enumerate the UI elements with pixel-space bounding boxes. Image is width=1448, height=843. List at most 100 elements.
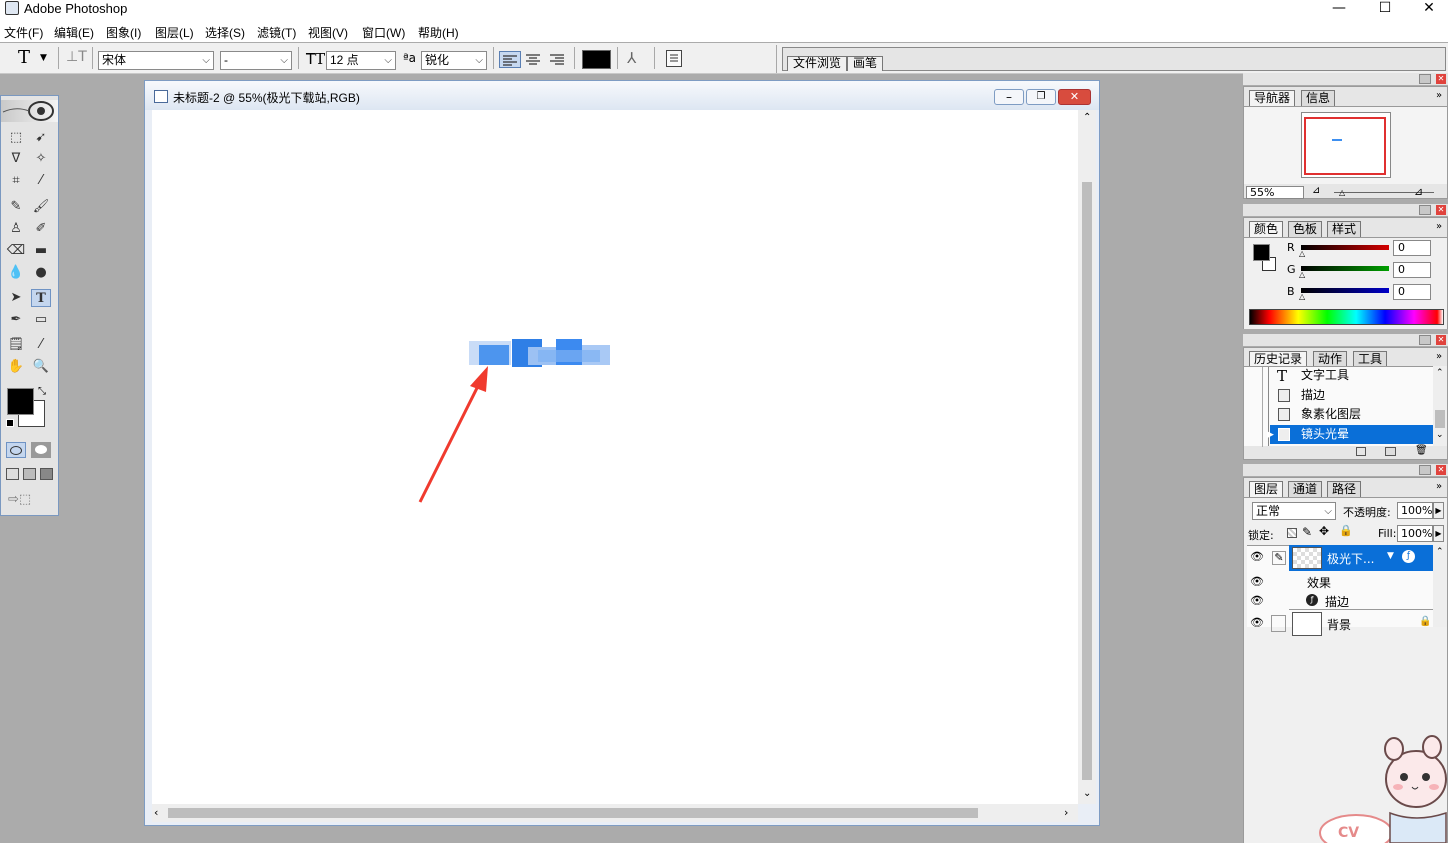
tab-swatches[interactable]: 色板 [1288, 221, 1323, 237]
dodge-tool-icon[interactable]: ● [31, 264, 51, 282]
align-left-button[interactable] [499, 51, 521, 68]
panel-menu-icon[interactable]: » [1436, 351, 1442, 362]
background-layer-name[interactable]: 背景 [1327, 616, 1351, 633]
align-center-button[interactable] [523, 51, 545, 68]
tab-file-browser[interactable]: 文件浏览 [787, 56, 848, 71]
eyedropper-tool-icon[interactable]: ⁄ [31, 336, 51, 354]
history-brush-tool-icon[interactable]: ✐ [31, 220, 51, 238]
marquee-tool-icon[interactable]: ⬚ [6, 129, 26, 147]
trash-icon[interactable]: 🗑 [1415, 445, 1428, 456]
pen-tool-icon[interactable]: ✒ [6, 311, 26, 329]
document-minimize-button[interactable]: – [994, 89, 1024, 105]
lock-image-icon[interactable]: ✎ [1302, 525, 1312, 539]
panel-close-icon[interactable]: ✕ [1436, 465, 1446, 475]
font-size-select[interactable]: 12 点 ⌵ [326, 51, 396, 70]
navigator-view-box[interactable] [1304, 117, 1386, 175]
tab-styles[interactable]: 样式 [1327, 221, 1362, 237]
menu-layer[interactable]: 图层(L) [155, 24, 194, 41]
tab-info[interactable]: 信息 [1301, 90, 1336, 106]
notes-tool-icon[interactable]: 🗒 [6, 336, 26, 354]
clone-stamp-tool-icon[interactable]: ♙ [6, 220, 26, 238]
opacity-slider-toggle[interactable]: ▶ [1433, 502, 1444, 519]
effects-expand-icon[interactable]: ▼ [1387, 551, 1394, 561]
menu-window[interactable]: 窗口(W) [362, 24, 405, 41]
history-item[interactable]: 描边 [1301, 385, 1448, 405]
panel-menu-icon[interactable]: » [1436, 90, 1442, 101]
vertical-scrollbar[interactable]: ⌃ ⌄ [1078, 110, 1096, 804]
align-right-button[interactable] [547, 51, 569, 68]
panel-minimize-icon[interactable] [1419, 74, 1431, 84]
scroll-right-icon[interactable]: › [1064, 806, 1068, 819]
standard-mode-button[interactable] [6, 442, 26, 458]
blend-mode-select[interactable]: 正常 ⌵ [1252, 502, 1336, 520]
history-item[interactable]: 文字工具 [1301, 365, 1448, 385]
crop-tool-icon[interactable]: ⌗ [6, 172, 26, 190]
tab-paths[interactable]: 路径 [1327, 481, 1362, 497]
eraser-tool-icon[interactable]: ⌫ [6, 242, 26, 260]
layer-visibility-eye-icon[interactable]: 👁 [1250, 547, 1264, 567]
zoom-field[interactable]: 55% [1246, 186, 1304, 199]
opacity-field[interactable]: 100% [1397, 502, 1433, 519]
text-color-swatch[interactable] [582, 50, 611, 69]
menu-help[interactable]: 帮助(H) [418, 24, 459, 41]
font-style-select[interactable]: - ⌵ [220, 51, 292, 70]
tab-history[interactable]: 历史记录 [1249, 351, 1308, 367]
zoom-tool-icon[interactable]: 🔍 [31, 358, 51, 376]
screen-mode-menubar-icon[interactable] [23, 468, 36, 480]
scroll-down-icon[interactable]: ⌄ [1436, 430, 1444, 440]
panel-menu-icon[interactable]: » [1436, 221, 1442, 232]
swap-colors-icon[interactable]: ⤡ [38, 386, 46, 397]
brush-tool-icon[interactable]: 🖌 [31, 198, 51, 216]
font-family-select[interactable]: 宋体 ⌵ [98, 51, 214, 70]
channel-r-handle[interactable]: △ [1299, 249, 1305, 258]
layers-scrollbar[interactable]: ⌃ [1433, 545, 1447, 627]
channel-b-slider[interactable] [1301, 288, 1389, 293]
document-restore-button[interactable]: ❐ [1026, 89, 1056, 105]
scroll-up-icon[interactable]: ⌃ [1083, 112, 1091, 123]
tab-navigator[interactable]: 导航器 [1249, 90, 1296, 106]
shape-tool-icon[interactable]: ▭ [31, 311, 51, 329]
close-button[interactable]: ✕ [1406, 0, 1448, 20]
healing-brush-tool-icon[interactable]: ✎ [6, 198, 26, 216]
horizontal-scrollbar[interactable]: ‹ › [152, 804, 1078, 822]
tab-channels[interactable]: 通道 [1288, 481, 1323, 497]
channel-b-handle[interactable]: △ [1299, 292, 1305, 301]
menu-view[interactable]: 视图(V) [308, 24, 348, 41]
lock-all-icon[interactable]: 🔒 [1339, 524, 1353, 537]
tab-layers[interactable]: 图层 [1249, 481, 1284, 497]
new-document-from-state-icon[interactable] [1356, 447, 1366, 456]
panel-close-icon[interactable]: ✕ [1436, 74, 1446, 84]
zoom-out-icon[interactable]: ⊿ [1312, 185, 1320, 196]
image-canvas[interactable] [152, 110, 1078, 804]
move-tool-icon[interactable]: ➹ [31, 129, 51, 147]
fill-field[interactable]: 100% [1397, 525, 1433, 542]
navigator-thumbnail[interactable] [1301, 112, 1391, 178]
zoom-in-icon[interactable]: ⊿ [1414, 185, 1423, 198]
panel-minimize-icon[interactable] [1419, 205, 1431, 215]
slice-tool-icon[interactable]: ⁄ [31, 172, 51, 190]
document-close-button[interactable]: ✕ [1058, 89, 1091, 105]
panel-close-icon[interactable]: ✕ [1436, 205, 1446, 215]
lock-transparency-icon[interactable] [1287, 528, 1297, 538]
tab-color[interactable]: 颜色 [1249, 221, 1284, 237]
foreground-color-swatch[interactable] [7, 388, 34, 415]
blur-tool-icon[interactable]: 💧 [6, 264, 26, 282]
channel-r-slider[interactable] [1301, 245, 1389, 250]
history-item[interactable]: 象素化图层 [1301, 404, 1448, 424]
menu-file[interactable]: 文件(F) [4, 24, 43, 41]
background-link-box[interactable] [1271, 615, 1286, 632]
panel-close-icon[interactable]: ✕ [1436, 335, 1446, 345]
maximize-button[interactable]: ☐ [1362, 0, 1408, 20]
text-orientation-icon[interactable]: ⊥T [66, 49, 87, 65]
effects-visibility-eye-icon[interactable]: 👁 [1250, 572, 1264, 592]
channel-g-handle[interactable]: △ [1299, 270, 1305, 279]
panel-minimize-icon[interactable] [1419, 465, 1431, 475]
background-visibility-eye-icon[interactable]: 👁 [1250, 613, 1264, 633]
background-thumbnail[interactable] [1292, 612, 1322, 636]
gradient-tool-icon[interactable]: ▬ [31, 242, 51, 260]
lock-position-icon[interactable]: ✥ [1319, 524, 1329, 538]
hand-tool-icon[interactable]: ✋ [6, 358, 26, 376]
menu-edit[interactable]: 编辑(E) [54, 24, 94, 41]
menu-filter[interactable]: 滤镜(T) [257, 24, 296, 41]
channel-g-slider[interactable] [1301, 266, 1389, 271]
